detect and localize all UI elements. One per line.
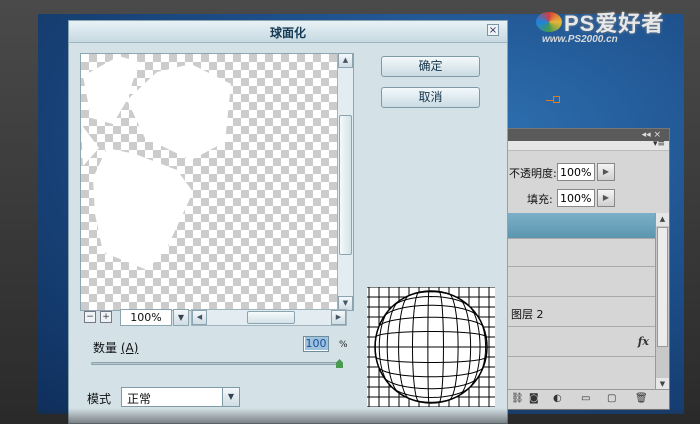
preview-shape xyxy=(127,64,231,160)
chevron-down-icon[interactable]: ▼ xyxy=(222,388,239,406)
preview-hscroll-thumb[interactable] xyxy=(247,311,295,324)
preview-zoom-bar: − + 100% ▼ ◀ ▶ xyxy=(80,309,354,327)
scroll-right-icon[interactable]: ▶ xyxy=(331,310,346,325)
layers-scrollbar[interactable]: ▲ ▼ xyxy=(655,213,669,391)
dialog-title: 球面化 xyxy=(269,26,306,40)
opacity-arrow-icon[interactable]: ▶ xyxy=(597,163,615,181)
scroll-up-icon[interactable]: ▲ xyxy=(656,213,669,226)
fill-row: 填充: 100% ▶ xyxy=(507,187,671,209)
preview-image xyxy=(81,56,231,270)
layer-mask-icon[interactable]: ◙ xyxy=(529,393,539,404)
layer-row[interactable] xyxy=(507,239,657,267)
zoom-out-icon[interactable]: − xyxy=(84,311,96,323)
close-icon[interactable]: × xyxy=(487,24,499,36)
sphere-grid-icon xyxy=(367,286,495,408)
spherize-dialog: 球面化 × ▲ ▼ − + 100% ▼ ◀ ▶ 确定 取消 数量 (A) 10… xyxy=(68,20,508,424)
link-layers-icon[interactable]: ⛓ xyxy=(511,393,524,404)
mode-value: 正常 xyxy=(127,392,152,406)
preview-shape xyxy=(83,56,139,124)
layer-row[interactable] xyxy=(507,267,657,297)
preview-vscroll-thumb[interactable] xyxy=(339,115,352,255)
amount-input[interactable]: 100 xyxy=(303,336,329,352)
watermark-url: www.PS2000.cn xyxy=(542,34,618,45)
fill-label: 填充: xyxy=(527,193,553,206)
scroll-left-icon[interactable]: ◀ xyxy=(192,310,207,325)
zoom-level: 100% xyxy=(120,309,172,326)
layer-row-effects[interactable]: fx xyxy=(507,327,657,357)
ok-button[interactable]: 确定 xyxy=(381,56,480,77)
amount-unit: % xyxy=(339,340,348,350)
amount-slider-thumb[interactable] xyxy=(336,359,343,368)
preview-shape xyxy=(93,148,193,270)
new-group-icon[interactable]: ▭ xyxy=(581,393,590,404)
opacity-row: 不透明度: 100% ▶ xyxy=(507,161,671,183)
amount-value: 100 xyxy=(304,337,328,350)
fx-icon[interactable]: fx xyxy=(638,335,649,348)
zoom-in-icon[interactable]: + xyxy=(100,311,112,323)
cancel-button[interactable]: 取消 xyxy=(381,87,480,108)
layer-name: 图层 2 xyxy=(511,308,544,321)
transform-handle[interactable] xyxy=(553,96,560,103)
spherize-grid-preview xyxy=(367,286,495,408)
panel-options-bar: ▾≡ xyxy=(507,139,669,151)
preview-vertical-scrollbar[interactable]: ▲ ▼ xyxy=(337,53,353,311)
mode-select[interactable]: 正常 ▼ xyxy=(121,387,240,407)
zoom-dropdown-icon[interactable]: ▼ xyxy=(173,309,189,326)
filter-preview[interactable] xyxy=(80,53,354,311)
mode-label: 模式 xyxy=(87,392,112,406)
amount-label-text: 数量 xyxy=(93,341,118,355)
panel-menu-icon[interactable]: ▾≡ xyxy=(653,139,665,149)
dialog-titlebar[interactable]: 球面化 × xyxy=(69,21,507,43)
layers-scroll-thumb[interactable] xyxy=(657,227,668,347)
delete-layer-icon[interactable]: 🗑 xyxy=(635,393,648,404)
layers-footer: ⛓ ◙ ◐ ▭ ▢ 🗑 xyxy=(507,389,669,409)
panel-tabbar: ◂◂ × xyxy=(507,129,669,141)
amount-slider[interactable] xyxy=(91,362,343,365)
layer-row-selected[interactable] xyxy=(507,213,657,239)
opacity-label: 不透明度: xyxy=(509,167,557,180)
opacity-field[interactable]: 100% xyxy=(557,163,595,181)
adjustment-layer-icon[interactable]: ◐ xyxy=(553,393,562,404)
fill-arrow-icon[interactable]: ▶ xyxy=(597,189,615,207)
layer-row-layer2[interactable]: 图层 2 xyxy=(507,297,657,327)
scroll-up-icon[interactable]: ▲ xyxy=(338,53,353,68)
preview-shape xyxy=(81,124,99,166)
amount-label: 数量 (A) xyxy=(93,339,138,356)
preview-horizontal-scrollbar[interactable]: ◀ ▶ xyxy=(191,309,347,326)
fill-field[interactable]: 100% xyxy=(557,189,595,207)
layers-panel: ◂◂ × ▾≡ 不透明度: 100% ▶ 填充: 100% ▶ 图层 2 fx … xyxy=(506,128,670,410)
amount-shortcut: (A) xyxy=(120,341,139,355)
new-layer-icon[interactable]: ▢ xyxy=(607,393,616,404)
site-watermark: PS爱好者 www.PS2000.cn xyxy=(536,4,696,48)
